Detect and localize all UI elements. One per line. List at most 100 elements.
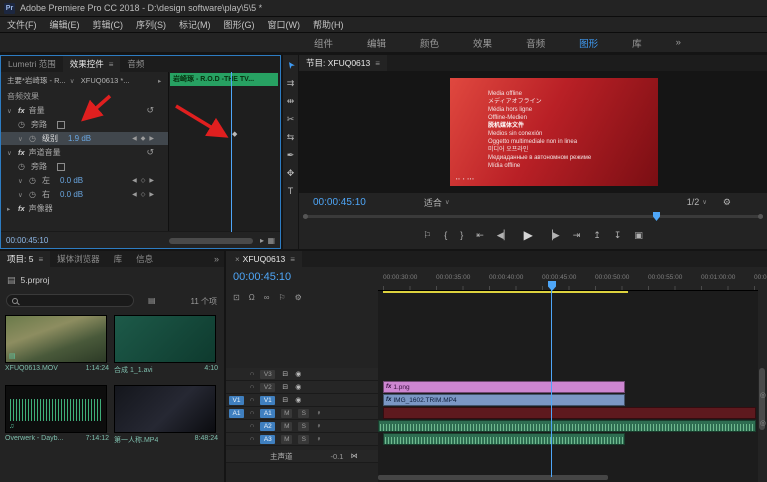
previous-keyframe-icon[interactable]: ◀ (132, 135, 137, 142)
source-patch[interactable] (229, 422, 244, 431)
solo-button[interactable]: S (298, 409, 309, 418)
effect-controls-mini-timeline[interactable]: 岩崎琢 - R.O.D -THE TV... ◆ ◆ (168, 72, 280, 232)
menu-edit[interactable]: 编辑(E) (50, 18, 80, 31)
menu-markers[interactable]: 标记(M) (179, 18, 211, 31)
tab-lumetri-scopes[interactable]: Lumetri 范围 (1, 56, 63, 72)
item-name[interactable]: Overwerk - Dayb... (5, 435, 63, 442)
stopwatch-icon[interactable]: ◷ (29, 134, 38, 143)
scrubber-playhead[interactable] (653, 212, 660, 221)
mark-out-button[interactable]: } (460, 230, 463, 240)
step-back-button[interactable]: ◀▏ (497, 230, 511, 241)
go-to-in-button[interactable]: ⇤ (476, 230, 484, 241)
stopwatch-icon[interactable]: ◷ (29, 176, 38, 185)
master-clip-label[interactable]: 主要*岩崎琢 - R... (7, 75, 66, 86)
tab-media-browser[interactable]: 媒体浏览器 (50, 251, 107, 267)
video-thumbnail[interactable] (114, 315, 216, 363)
item-name[interactable]: XFUQ0613.MOV (5, 365, 58, 372)
solo-button[interactable]: S (298, 422, 309, 431)
left-value[interactable]: 0.0 dB (60, 176, 83, 185)
next-keyframe-icon[interactable]: ▶ (149, 135, 154, 142)
search-input[interactable] (21, 296, 121, 305)
track-select-tool[interactable]: ⇉ (287, 78, 295, 88)
tab-audio-clip-mixer[interactable]: 音频 (120, 56, 151, 72)
write-keyframes-icon[interactable]: ▦ (267, 236, 275, 245)
tab-project[interactable]: 项目: 5≡ (0, 251, 50, 267)
add-marker-icon[interactable]: ⚐ (278, 293, 285, 302)
keyframe-icon[interactable]: ◆ (217, 130, 222, 138)
source-patch-a1[interactable]: A1 (229, 409, 244, 418)
scrubber-start-handle[interactable] (303, 214, 308, 219)
menu-file[interactable]: 文件(F) (7, 18, 37, 31)
master-track-value[interactable]: -0.1 (331, 452, 344, 461)
mute-button[interactable]: M (281, 422, 292, 431)
source-patch[interactable] (229, 370, 244, 379)
previous-keyframe-icon[interactable]: ◀ (132, 191, 137, 198)
lock-icon[interactable]: ∩ (250, 410, 254, 416)
play-audio-icon[interactable]: ▸ (260, 236, 264, 245)
tab-info[interactable]: 信息 (129, 251, 160, 267)
track-target-v1[interactable]: V1 (260, 396, 275, 405)
lock-icon[interactable]: ∩ (250, 371, 254, 377)
track-height-button[interactable]: ◎ (760, 419, 766, 427)
previous-keyframe-icon[interactable]: ◀ (132, 177, 137, 184)
clip-timecode[interactable]: 00:00:45:10 (6, 236, 48, 245)
tab-libraries[interactable]: 库 (107, 251, 130, 267)
workspace-graphics[interactable]: 图形 (579, 36, 598, 50)
menu-graphics[interactable]: 图形(G) (224, 18, 255, 31)
scrubber-end-handle[interactable] (758, 214, 763, 219)
monitor-settings-icon[interactable]: ⚙ (723, 197, 731, 208)
go-to-out-button[interactable]: ⇥ (573, 230, 581, 241)
clip-name-bar[interactable]: 岩崎琢 - R.O.D -THE TV... (170, 73, 278, 86)
export-frame-button[interactable]: ▣ (634, 230, 643, 241)
ripple-edit-tool[interactable]: ⇹ (287, 96, 295, 106)
item-name[interactable]: 第一人称.MP4 (114, 435, 158, 445)
bin-filter-icon[interactable]: ▤ (148, 296, 156, 305)
menu-clip[interactable]: 剪辑(C) (93, 18, 124, 31)
stopwatch-icon[interactable]: ◷ (29, 190, 38, 199)
next-keyframe-icon[interactable]: ▶ (149, 177, 154, 184)
audio-thumbnail[interactable]: ♫ (5, 385, 107, 433)
scrubber-track[interactable] (303, 215, 763, 218)
keyframe-icon[interactable]: ◆ (232, 130, 237, 138)
effect-row-panner[interactable]: ▸ fx 声像器 (1, 202, 168, 215)
project-item-xfuq0613[interactable]: ▤ XFUQ0613.MOV1:14:24 (5, 315, 109, 372)
lift-button[interactable]: ↥ (593, 230, 601, 241)
clip-offline-media[interactable] (383, 407, 756, 419)
timeline-timecode[interactable]: 00:00:45:10 (233, 271, 291, 283)
snap-icon[interactable]: Ω (249, 293, 255, 302)
param-row-channel-left[interactable]: ∨ ◷ 左 0.0 dB ◀ ◇ ▶ (1, 174, 168, 187)
video-thumbnail[interactable]: ▤ (5, 315, 107, 363)
workspace-overflow-icon[interactable]: » (676, 37, 681, 48)
track-target-v3[interactable]: V3 (260, 370, 275, 379)
playhead[interactable] (231, 72, 232, 232)
add-remove-keyframe-icon[interactable]: ◇ (141, 191, 146, 198)
sequence-clip-label[interactable]: XFUQ0613 *... (81, 76, 130, 85)
workspace-libraries[interactable]: 库 (632, 36, 642, 50)
slip-tool[interactable]: ⇆ (287, 132, 295, 142)
program-scrubber[interactable] (299, 211, 767, 221)
chevron-down-icon[interactable]: ∨ (18, 177, 25, 185)
toggle-track-output-icon[interactable]: ◉ (295, 383, 301, 391)
add-remove-keyframe-icon[interactable]: ◆ (141, 135, 146, 142)
voiceover-record-icon[interactable]: ♀ (316, 410, 321, 417)
panel-menu-icon[interactable]: ≡ (109, 60, 114, 69)
right-value[interactable]: 0.0 dB (60, 190, 83, 199)
video-thumbnail[interactable] (114, 385, 216, 433)
program-timecode[interactable]: 00:00:45:10 (313, 197, 366, 208)
track-target-a2[interactable]: A2 (260, 422, 275, 431)
panel-menu-icon[interactable]: ≡ (375, 59, 380, 68)
playback-resolution-dropdown[interactable]: 1/2∨ (687, 197, 707, 207)
tab-overflow-icon[interactable]: » (214, 254, 219, 264)
mute-button[interactable]: M (281, 409, 292, 418)
effect-row-volume[interactable]: ∨ fx 音量 ↺ (1, 104, 168, 117)
panel-menu-icon[interactable]: ≡ (290, 255, 295, 264)
lock-icon[interactable]: ∩ (250, 423, 254, 429)
workspace-effects[interactable]: 效果 (473, 36, 492, 50)
workspace-audio[interactable]: 音频 (526, 36, 545, 50)
selection-tool[interactable]: ➤ (287, 60, 295, 70)
project-search-box[interactable] (6, 294, 134, 307)
horizontal-scrollbar[interactable] (378, 475, 608, 480)
voiceover-record-icon[interactable]: ♀ (316, 423, 321, 430)
time-ruler[interactable]: 00:00:30:00 00:00:35:00 00:00:40:00 00:0… (378, 269, 758, 291)
stopwatch-icon[interactable]: ◷ (18, 162, 27, 171)
